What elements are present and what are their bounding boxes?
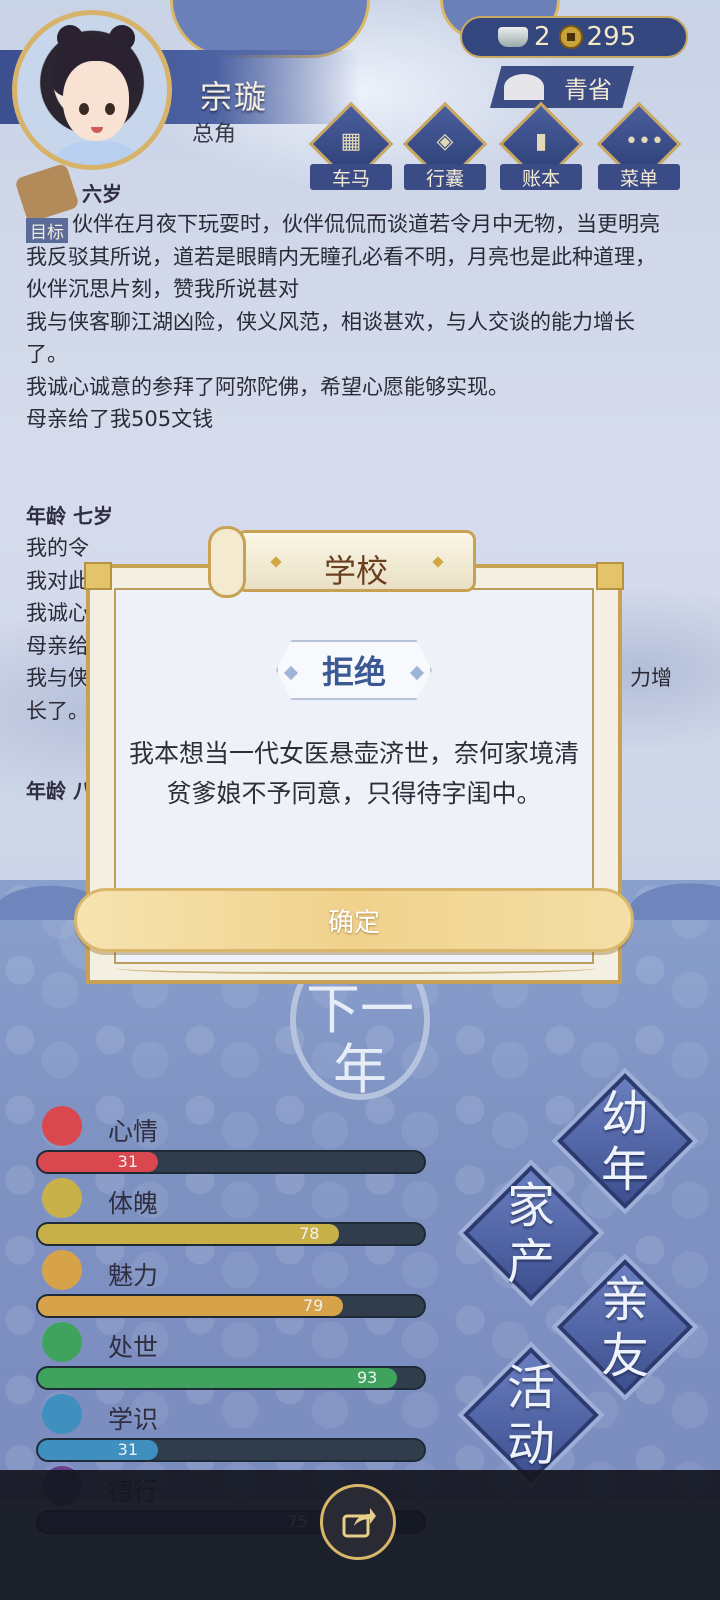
stat-label: 魅力 [108, 1261, 159, 1290]
lamp-icon [504, 74, 544, 100]
bag-icon: ◈ [436, 129, 454, 154]
books-icon [42, 1394, 82, 1434]
action-label: 亲友 [600, 1272, 649, 1384]
stat-bar-fill [38, 1368, 397, 1388]
stat-value: 31 [117, 1152, 139, 1171]
ledger-icon: ▮ [534, 129, 548, 154]
menu-button-bag[interactable]: ◈ 行囊 [402, 101, 488, 190]
stat-bar: 31 [36, 1438, 426, 1462]
currency-bar[interactable]: 2 295 [460, 16, 688, 58]
stature-icon [42, 1178, 82, 1218]
stat-value: 31 [117, 1440, 139, 1459]
log-entry: 我诚心诚意的参拜了阿弥陀佛，希望心愿能够实现。 [26, 374, 509, 399]
corner-ornament [596, 562, 624, 590]
stat-bar-fill [38, 1224, 340, 1244]
menu-dots-icon: ••• [625, 129, 664, 154]
menu-button-label: 车马 [310, 164, 392, 190]
dialog-title: 学校 [323, 552, 388, 590]
stat-row: 学识 31 [36, 1394, 426, 1466]
stat-row: 体魄 78 [36, 1178, 426, 1250]
menu-button-carriage[interactable]: ▦ 车马 [308, 101, 394, 190]
dialog-message: 我本想当一代女医悬壶济世，奈何家境清贫爹娘不予同意，只得待字闺中。 [128, 739, 579, 808]
coin-count: 295 [586, 22, 637, 52]
log-entry: 我反驳其所说，道若是眼睛内无瞳孔必看不明，月亮也是此种道理，伙伴沉思片刻，赞我所… [26, 244, 656, 302]
player-name: 宗璇 [200, 78, 269, 116]
player-role: 总角 [192, 122, 237, 147]
player-avatar[interactable] [12, 10, 172, 170]
stat-label: 处世 [108, 1333, 159, 1362]
confirm-button[interactable]: 确定 [74, 888, 634, 952]
share-button[interactable] [320, 1484, 396, 1560]
silver-ingot-icon [498, 27, 528, 47]
corner-ornament [84, 562, 112, 590]
stat-bar-fill [38, 1440, 158, 1460]
menu-button-label: 账本 [500, 164, 582, 190]
share-icon [342, 1508, 376, 1538]
result-tag-label: 拒绝 [321, 653, 386, 691]
copper-coin-icon [558, 25, 583, 49]
next-year-label: 下一年 [306, 978, 414, 1101]
menu-button-label: 行囊 [404, 164, 486, 190]
menu-button-menu[interactable]: ••• 菜单 [596, 101, 682, 190]
dialog-title-banner: 学校 [206, 520, 506, 604]
stat-row: 处世 93 [36, 1322, 426, 1394]
action-label: 家产 [506, 1178, 555, 1290]
scroll-icon [42, 1322, 82, 1362]
stat-label: 心情 [108, 1117, 159, 1146]
action-label: 活动 [506, 1360, 555, 1472]
log-entry: 伙伴在月夜下玩耍时，伙伴侃侃而谈道若令月中无物，当更明亮 [72, 212, 660, 236]
stat-label: 学识 [108, 1405, 159, 1434]
menu-button-ledger[interactable]: ▮ 账本 [498, 101, 584, 190]
jade-icon [42, 1250, 82, 1290]
menu-button-label: 菜单 [598, 164, 680, 190]
stat-label: 体魄 [108, 1189, 159, 1218]
stat-bar: 79 [36, 1294, 426, 1318]
dialog-bottom-deco [116, 960, 596, 974]
action-activities-button[interactable]: 活动 [463, 1347, 599, 1483]
stat-bar: 78 [36, 1222, 426, 1246]
stat-bar-fill [38, 1296, 343, 1316]
stat-row: 心情 31 [36, 1106, 426, 1178]
stat-row: 魅力 79 [36, 1250, 426, 1322]
stat-bar-fill [38, 1152, 158, 1172]
log-entry: 母亲给了我505文钱 [26, 407, 214, 431]
location-name: 青省 [564, 75, 612, 104]
action-label: 幼年 [600, 1086, 649, 1198]
flower-icon [42, 1106, 82, 1146]
log-entry: 我与侠客聊江湖凶险，侠义风范，相谈甚欢，与人交谈的能力增长了。 [26, 309, 635, 367]
stat-value: 78 [299, 1224, 320, 1243]
ingot-count: 2 [534, 22, 551, 52]
stat-bar: 31 [36, 1150, 426, 1174]
location-tag[interactable]: 青省 [490, 66, 634, 108]
stat-bar: 93 [36, 1366, 426, 1390]
stat-value: 93 [356, 1368, 378, 1387]
stat-value: 79 [302, 1296, 324, 1315]
carriage-icon: ▦ [340, 129, 362, 154]
log-age-partial: 六岁 [82, 182, 122, 206]
result-tag: 拒绝 [276, 640, 432, 700]
